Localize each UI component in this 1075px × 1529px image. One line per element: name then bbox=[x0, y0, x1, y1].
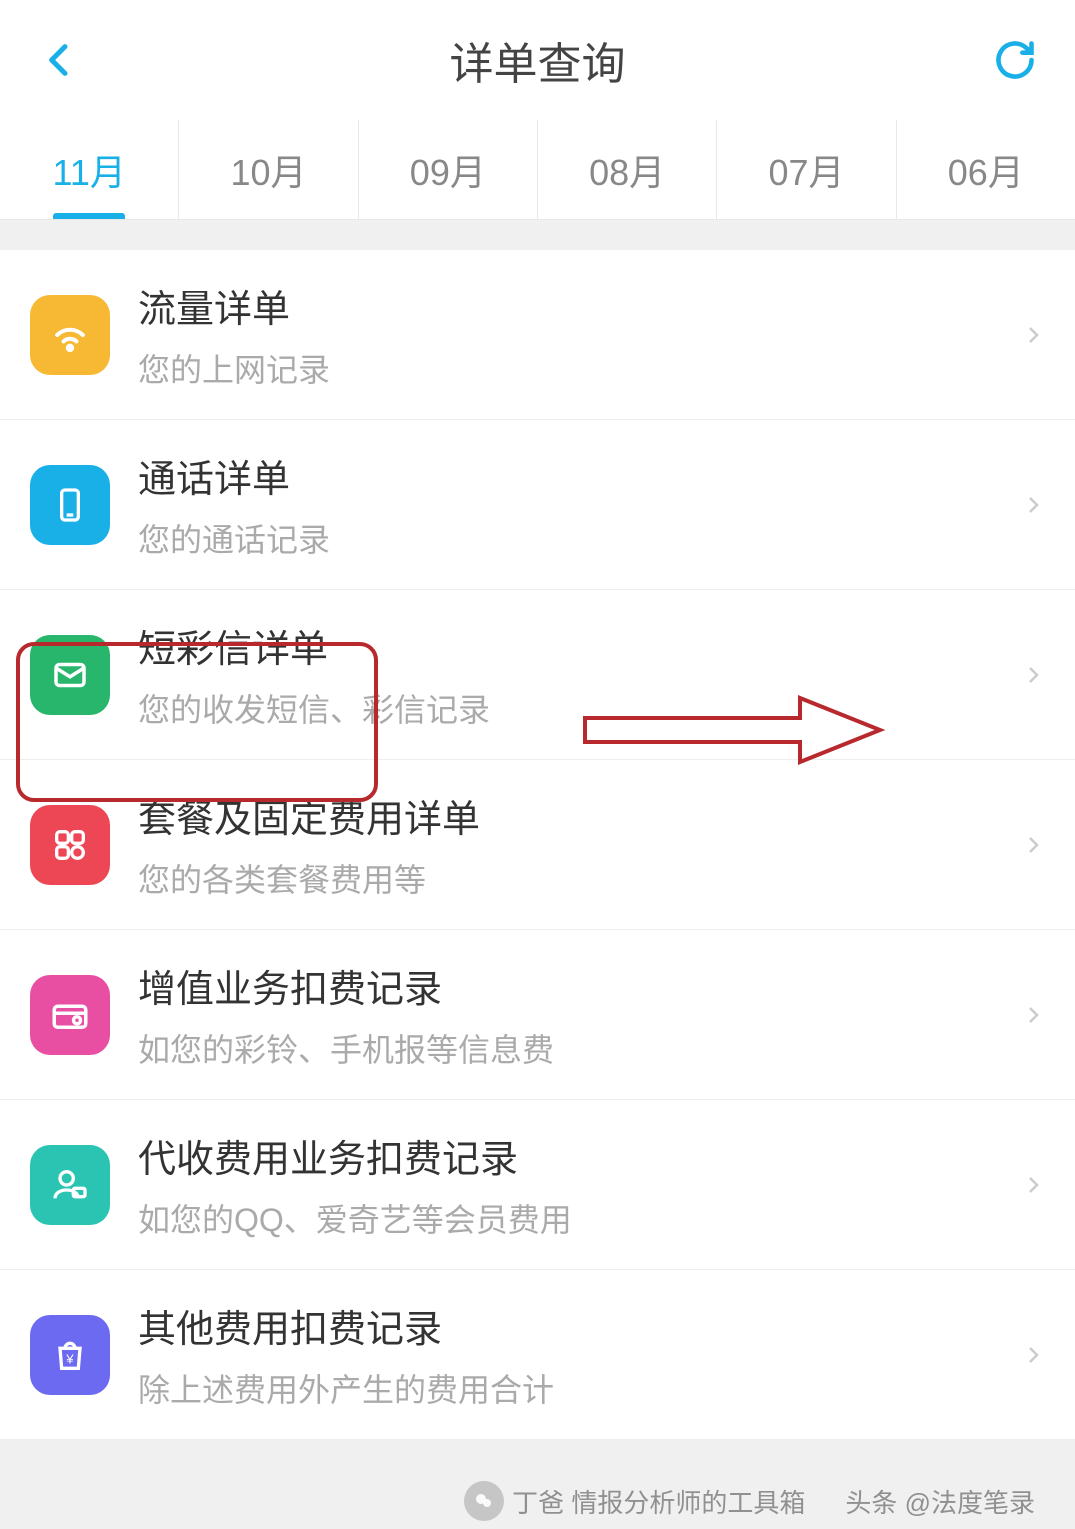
watermark-text: 头条 @法度笔录 bbox=[845, 1483, 1035, 1520]
svg-text:¥: ¥ bbox=[65, 1351, 74, 1366]
chevron-right-icon bbox=[1021, 833, 1045, 857]
watermark: 丁爸 情报分析师的工具箱 头条 @法度笔录 bbox=[0, 1481, 1075, 1521]
tab-label: 07月 bbox=[768, 144, 844, 196]
tab-month-06[interactable]: 06月 bbox=[897, 120, 1075, 219]
tab-label: 06月 bbox=[948, 144, 1024, 196]
list-item-sms-mms[interactable]: 短彩信详单 您的收发短信、彩信记录 bbox=[0, 590, 1075, 760]
item-subtitle: 除上述费用外产生的费用合计 bbox=[138, 1365, 1021, 1411]
list-text: 套餐及固定费用详单 您的各类套餐费用等 bbox=[138, 788, 1021, 901]
tab-month-08[interactable]: 08月 bbox=[538, 120, 717, 219]
watermark-wechat: 丁爸 情报分析师的工具箱 bbox=[464, 1481, 805, 1521]
header: 详单查询 bbox=[0, 0, 1075, 120]
tab-label: 11月 bbox=[52, 144, 125, 196]
chevron-right-icon bbox=[1021, 323, 1045, 347]
detail-list: 流量详单 您的上网记录 通话详单 您的通话记录 短彩信详单 您的收发短信、彩信记… bbox=[0, 250, 1075, 1440]
tab-month-09[interactable]: 09月 bbox=[359, 120, 538, 219]
watermark-toutiao: 头条 @法度笔录 bbox=[845, 1481, 1035, 1521]
watermark-text: 丁爸 情报分析师的工具箱 bbox=[512, 1483, 805, 1520]
list-item-package-fees[interactable]: 套餐及固定费用详单 您的各类套餐费用等 bbox=[0, 760, 1075, 930]
item-title: 其他费用扣费记录 bbox=[138, 1298, 1021, 1353]
list-item-data-usage[interactable]: 流量详单 您的上网记录 bbox=[0, 250, 1075, 420]
item-subtitle: 您的通话记录 bbox=[138, 515, 1021, 561]
tab-month-11[interactable]: 11月 bbox=[0, 120, 179, 219]
mail-icon bbox=[30, 635, 110, 715]
wifi-icon bbox=[30, 295, 110, 375]
item-title: 短彩信详单 bbox=[138, 618, 1021, 673]
chevron-right-icon bbox=[1021, 663, 1045, 687]
list-text: 增值业务扣费记录 如您的彩铃、手机报等信息费 bbox=[138, 958, 1021, 1071]
list-text: 流量详单 您的上网记录 bbox=[138, 278, 1021, 391]
phone-icon bbox=[30, 465, 110, 545]
tab-label: 09月 bbox=[410, 144, 486, 196]
chevron-right-icon bbox=[1021, 493, 1045, 517]
item-title: 流量详单 bbox=[138, 278, 1021, 333]
tab-label: 08月 bbox=[589, 144, 665, 196]
list-text: 短彩信详单 您的收发短信、彩信记录 bbox=[138, 618, 1021, 731]
chevron-right-icon bbox=[1021, 1343, 1045, 1367]
list-text: 代收费用业务扣费记录 如您的QQ、爱奇艺等会员费用 bbox=[138, 1128, 1021, 1241]
card-icon bbox=[30, 975, 110, 1055]
tab-label: 10月 bbox=[230, 144, 306, 196]
item-subtitle: 如您的QQ、爱奇艺等会员费用 bbox=[138, 1195, 1021, 1241]
chevron-right-icon bbox=[1021, 1173, 1045, 1197]
item-subtitle: 您的上网记录 bbox=[138, 345, 1021, 391]
tab-month-07[interactable]: 07月 bbox=[717, 120, 896, 219]
item-subtitle: 您的各类套餐费用等 bbox=[138, 855, 1021, 901]
item-subtitle: 您的收发短信、彩信记录 bbox=[138, 685, 1021, 731]
back-icon[interactable] bbox=[36, 36, 84, 84]
wechat-icon bbox=[464, 1481, 504, 1521]
list-item-other-fees[interactable]: ¥ 其他费用扣费记录 除上述费用外产生的费用合计 bbox=[0, 1270, 1075, 1440]
grid-icon bbox=[30, 805, 110, 885]
item-title: 增值业务扣费记录 bbox=[138, 958, 1021, 1013]
list-item-collection-fees[interactable]: 代收费用业务扣费记录 如您的QQ、爱奇艺等会员费用 bbox=[0, 1100, 1075, 1270]
chevron-right-icon bbox=[1021, 1003, 1045, 1027]
item-title: 套餐及固定费用详单 bbox=[138, 788, 1021, 843]
tab-month-10[interactable]: 10月 bbox=[179, 120, 358, 219]
page-title: 详单查询 bbox=[450, 28, 626, 92]
list-text: 其他费用扣费记录 除上述费用外产生的费用合计 bbox=[138, 1298, 1021, 1411]
item-subtitle: 如您的彩铃、手机报等信息费 bbox=[138, 1025, 1021, 1071]
user-icon bbox=[30, 1145, 110, 1225]
refresh-icon[interactable] bbox=[991, 36, 1039, 84]
item-title: 代收费用业务扣费记录 bbox=[138, 1128, 1021, 1183]
item-title: 通话详单 bbox=[138, 448, 1021, 503]
list-item-value-added[interactable]: 增值业务扣费记录 如您的彩铃、手机报等信息费 bbox=[0, 930, 1075, 1100]
month-tabs: 11月 10月 09月 08月 07月 06月 bbox=[0, 120, 1075, 220]
list-text: 通话详单 您的通话记录 bbox=[138, 448, 1021, 561]
bag-icon: ¥ bbox=[30, 1315, 110, 1395]
list-item-call-records[interactable]: 通话详单 您的通话记录 bbox=[0, 420, 1075, 590]
